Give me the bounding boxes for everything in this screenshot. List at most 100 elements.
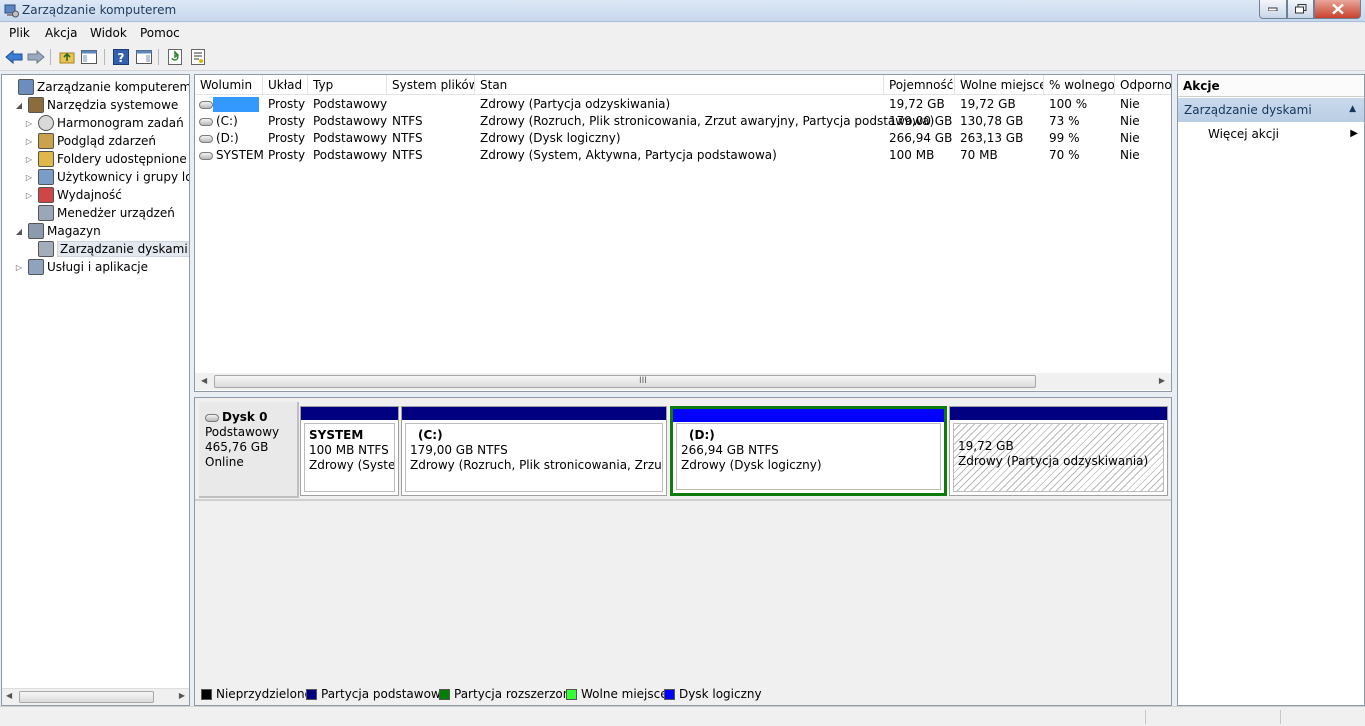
tree-item[interactable]: ▷ Użytkownicy i grupy lokalne [24, 168, 189, 186]
tree-item[interactable]: Zarządzanie komputerem (lokalne) [4, 78, 189, 96]
expand-arrow-icon[interactable]: ▷ [24, 155, 34, 164]
restore-button[interactable] [1287, 0, 1314, 19]
expand-arrow-icon[interactable]: ▷ [24, 137, 34, 146]
back-button[interactable] [4, 47, 24, 67]
legend-label: Dysk logiczny [679, 687, 762, 701]
column-header-volume[interactable]: Wolumin [195, 75, 263, 95]
column-header-layout[interactable]: Układ [263, 75, 308, 95]
show-hide-action-pane-icon [136, 50, 152, 64]
scroll-left-icon[interactable]: ◀ [201, 376, 207, 385]
table-cell-fault: Nie [1120, 97, 1140, 111]
forward-button[interactable] [26, 47, 46, 67]
console-tree: Zarządzanie komputerem (lokalne) ◢ Narzędz… [1, 74, 190, 706]
tree-item[interactable]: ▷ Harmonogram zadań [24, 114, 184, 132]
column-header-fault-tolerance[interactable]: Odporność [1115, 75, 1171, 95]
expand-arrow-icon[interactable]: ▷ [14, 263, 24, 272]
selected-volume-highlight [213, 97, 259, 112]
scroll-right-icon[interactable]: ▶ [179, 691, 185, 700]
properties-button[interactable] [188, 47, 208, 67]
more-actions-item[interactable]: Więcej akcji ▶ [1208, 127, 1358, 145]
table-row[interactable]: (D:) Prosty Podstawowy NTFS Zdrowy (Dysk log… [195, 130, 1171, 147]
collapse-icon[interactable]: ▲ [1349, 104, 1356, 114]
table-cell-type: Podstawowy [313, 148, 388, 162]
show-hide-action-pane-button[interactable] [134, 47, 154, 67]
partition-bar-logical [673, 409, 944, 422]
partition-size: 19,72 GB [958, 439, 1014, 453]
table-row[interactable]: Prosty Podstawowy Zdrowy (Partycja odzyski… [195, 96, 1171, 113]
scroll-thumb[interactable] [19, 691, 154, 703]
column-header-filesystem[interactable]: System plików [387, 75, 475, 95]
partition-bar-primary [402, 407, 666, 420]
tree-item[interactable]: ▷ Usługi i aplikacje [14, 258, 148, 276]
drive-icon [199, 117, 213, 126]
close-button[interactable] [1314, 0, 1361, 19]
event-viewer-icon [38, 133, 54, 149]
actions-section-disk-management[interactable]: Zarządzanie dyskami ▲ [1178, 98, 1364, 122]
restore-icon [1294, 4, 1306, 14]
legend-unallocated: Nieprzydzielone [201, 687, 312, 701]
table-cell-type: Podstawowy [313, 131, 388, 145]
partition-d[interactable]: (D:) 266,94 GB NTFS Zdrowy (Dysk logiczn… [670, 406, 947, 496]
legend-swatch [664, 688, 675, 700]
partition-details: 19,72 GB Zdrowy (Partycja odzyskiwania) [953, 423, 1164, 492]
show-hide-tree-button[interactable] [79, 47, 99, 67]
table-cell-pct: 70 % [1049, 148, 1080, 162]
drive-icon [199, 134, 213, 143]
expand-arrow-icon[interactable]: ◢ [14, 101, 24, 110]
refresh-button[interactable] [165, 47, 185, 67]
show-hide-tree-icon [81, 50, 97, 64]
expand-arrow-icon[interactable]: ▷ [24, 119, 34, 128]
properties-icon [191, 49, 205, 65]
status-bar-separator [1145, 710, 1146, 724]
minimize-button[interactable] [1259, 0, 1287, 19]
column-header-free-space[interactable]: Wolne miejsce [955, 75, 1044, 95]
menu-view[interactable]: Widok [90, 26, 127, 40]
folder-up-icon [59, 52, 75, 64]
toolbar-separator [104, 49, 105, 65]
up-one-level-button[interactable] [57, 47, 77, 67]
help-button[interactable]: ? [111, 47, 131, 67]
tree-item[interactable]: Zarządzanie dyskami [24, 240, 189, 258]
legend-swatch [201, 688, 212, 700]
tree-item[interactable]: ◢ Narzędzia systemowe [14, 96, 178, 114]
partition-status: Zdrowy (Rozruch, Plik stronicowania, Zrz… [410, 458, 662, 472]
column-header-capacity[interactable]: Pojemność [884, 75, 955, 95]
column-header-type[interactable]: Typ [308, 75, 387, 95]
menu-bar: Plik Akcja Widok Pomoc [0, 23, 1365, 43]
expand-arrow-icon[interactable]: ▷ [24, 173, 34, 182]
tree-item[interactable]: ◢ Magazyn [14, 222, 101, 240]
expand-arrow-icon[interactable]: ▷ [24, 191, 34, 200]
actions-pane: Akcje Zarządzanie dyskami ▲ Więcej akcji… [1177, 74, 1365, 706]
scroll-right-icon[interactable]: ▶ [1159, 376, 1165, 385]
expand-arrow-icon[interactable]: ◢ [14, 227, 24, 236]
partition-details: (D:) 266,94 GB NTFS Zdrowy (Dysk logiczn… [676, 423, 941, 490]
status-bar [0, 706, 1365, 726]
partition-title: SYSTEM [309, 428, 364, 442]
menu-action[interactable]: Akcja [45, 26, 77, 40]
legend-primary-partition: Partycja podstawowa [306, 687, 448, 701]
partition-recovery[interactable]: 19,72 GB Zdrowy (Partycja odzyskiwania) [949, 406, 1168, 496]
table-row[interactable]: (C:) Prosty Podstawowy NTFS Zdrowy (Rozruch,… [195, 113, 1171, 130]
partition-title: (C:) [418, 428, 443, 442]
column-header-percent-free[interactable]: % wolnego [1044, 75, 1115, 95]
partition-size: 179,00 GB NTFS [410, 443, 508, 457]
volume-list-horizontal-scrollbar[interactable]: ◀ III ▶ [195, 373, 1171, 390]
scroll-thumb[interactable]: III [214, 375, 1036, 388]
disk-0-info[interactable]: Dysk 0 Podstawowy 465,76 GB Online [199, 402, 299, 498]
tree-horizontal-scrollbar[interactable]: ◀ ▶ [2, 688, 189, 705]
partition-system[interactable]: SYSTEM 100 MB NTFS Zdrowy (System, Aktyw… [300, 406, 399, 496]
legend: Nieprzydzielone Partycja podstawowa Part… [195, 684, 1171, 704]
menu-help[interactable]: Pomoc [140, 26, 180, 40]
menu-file[interactable]: Plik [9, 26, 30, 40]
table-cell-free: 70 MB [960, 148, 998, 162]
table-row[interactable]: SYSTEM Prosty Podstawowy NTFS Zdrowy (System… [195, 147, 1171, 164]
tree-item[interactable]: ▷ Wydajność [24, 186, 122, 204]
tree-item[interactable]: Menedżer urządzeń [24, 204, 175, 222]
tree-item[interactable]: ▷ Podgląd zdarzeń [24, 132, 156, 150]
column-header-status[interactable]: Stan [475, 75, 884, 95]
partition-c[interactable]: (C:) 179,00 GB NTFS Zdrowy (Rozruch, Pli… [401, 406, 667, 496]
scroll-left-icon[interactable]: ◀ [6, 691, 12, 700]
volume-cell: SYSTEM [199, 148, 264, 162]
tree-item[interactable]: ▷ Foldery udostępnione [24, 150, 187, 168]
refresh-icon [168, 49, 182, 65]
